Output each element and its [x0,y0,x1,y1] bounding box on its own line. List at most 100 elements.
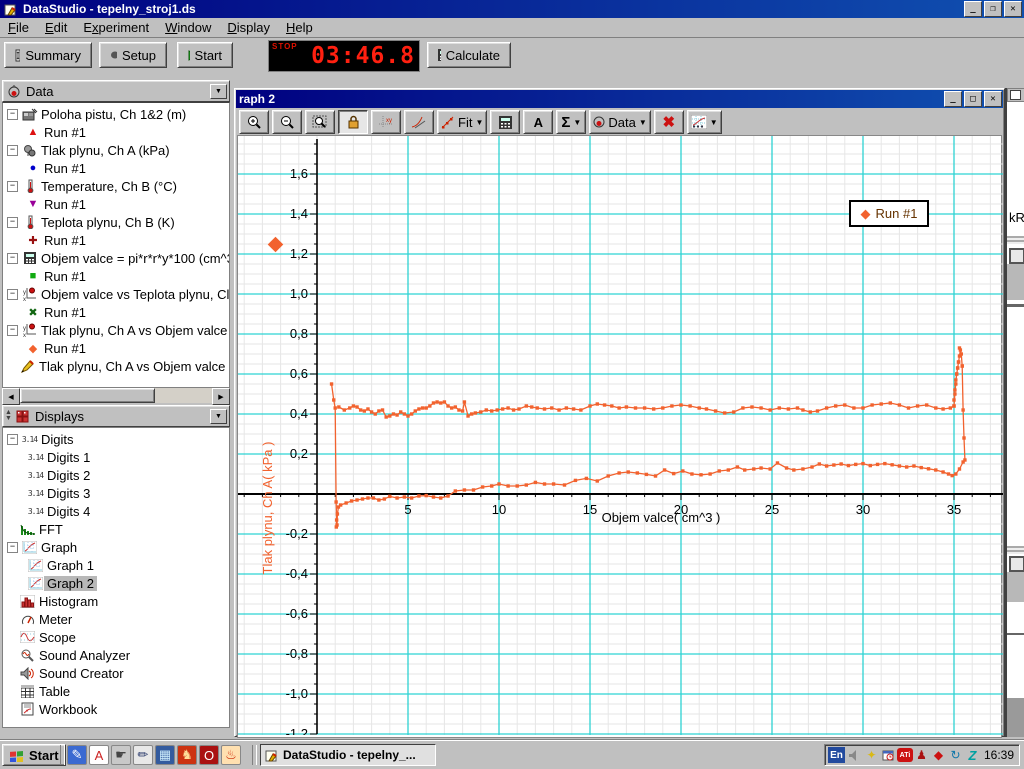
sync-tray-icon[interactable]: ↻ [947,747,964,764]
graph-minimize-button[interactable]: _ [944,91,962,107]
scheduler-tray-icon[interactable] [880,747,897,764]
display-item-label[interactable]: Meter [36,612,75,627]
displays-tree-child[interactable]: 3.14Digits 2 [3,466,229,484]
menu-file[interactable]: File [0,18,37,37]
display-item-label[interactable]: Histogram [36,594,101,609]
keyboard-layout-indicator[interactable]: En [828,747,845,763]
displays-tree-item[interactable]: Scope [3,628,229,646]
task-button-datastudio[interactable]: DataStudio - tepelny_... [260,744,436,766]
displays-tree-item[interactable]: Meter [3,610,229,628]
yellow-tool-tray-icon[interactable]: ✦ [863,747,880,764]
displays-tree-item[interactable]: Table [3,682,229,700]
run-label[interactable]: Run #1 [41,269,89,284]
displays-tree-item[interactable]: −Graph [3,538,229,556]
dropdown-arrow-icon[interactable]: ▼ [710,118,718,127]
displays-tree-child[interactable]: Graph 2 [3,574,229,592]
run-label[interactable]: Run #1 [41,125,89,140]
run-label[interactable]: Run #1 [41,233,89,248]
flame-app-quicklaunch-icon[interactable]: ♨ [221,745,241,765]
display-child-label[interactable]: Graph 1 [44,558,97,573]
dropdown-arrow-icon[interactable]: ▼ [573,118,581,127]
restore-button[interactable]: ❐ [984,1,1002,17]
run-label[interactable]: Run #1 [41,305,89,320]
displays-tree-item[interactable]: FFT [3,520,229,538]
graph-settings-button[interactable]: ▼ [687,110,722,134]
display-item-label[interactable]: Digits [38,432,77,447]
y-axis-title[interactable]: Tlak plynu, Ch A( kPa ) [260,442,275,575]
data-item-label[interactable]: Poloha pistu, Ch 1&2 (m) [38,107,189,122]
displays-tree-item[interactable]: Histogram [3,592,229,610]
display-item-label[interactable]: Sound Analyzer [36,648,133,663]
menu-edit[interactable]: Edit [37,18,75,37]
collapse-box[interactable]: − [7,325,18,336]
data-tree-item[interactable]: −xyTlak plynu, Ch A vs Objem valce [3,321,229,339]
dropdown-arrow-icon[interactable]: ▼ [475,118,483,127]
scroll-thumb[interactable] [20,388,155,403]
display-item-label[interactable]: Workbook [36,702,100,717]
minimize-button[interactable]: _ [964,1,982,17]
legend[interactable]: ◆ Run #1 [849,200,929,227]
antivirus-tray-icon[interactable]: ◆ [930,747,947,764]
data-menu-button[interactable]: Data▼ [589,110,650,134]
menu-window[interactable]: Window [157,18,219,37]
collapse-box[interactable]: − [7,109,18,120]
displays-tree-item[interactable]: Sound Creator [3,664,229,682]
tray-clock[interactable]: 16:39 [984,748,1016,762]
scroll-right-button[interactable]: ▶ [212,388,230,405]
displays-panel-header[interactable]: ▲▼ Displays ▼ [2,405,230,427]
data-item-label[interactable]: Tlak plynu, Ch A vs Objem valce [38,323,229,338]
data-tree-item[interactable]: Tlak plynu, Ch A vs Objem valce [3,357,229,375]
data-item-label[interactable]: Tlak plynu, Ch A (kPa) [38,143,173,158]
opera-quicklaunch-icon[interactable]: O [199,745,219,765]
statistics-button[interactable]: Σ▼ [556,110,586,134]
calculator-app-quicklaunch-icon[interactable]: ▦ [155,745,175,765]
daemon-tools-tray-icon[interactable]: ♟ [913,747,930,764]
collapse-box[interactable]: − [7,181,18,192]
data-tree-hscrollbar[interactable]: ◀ ▶ [2,388,230,403]
data-tree-run[interactable]: ▲Run #1 [3,123,229,141]
data-tree-item[interactable]: − Poloha pistu, Ch 1&2 (m) [3,105,229,123]
data-item-label[interactable]: Temperature, Ch B (°C) [38,179,180,194]
data-panel-header[interactable]: Data ▼ [2,80,230,102]
acrobat-quicklaunch-icon[interactable]: A [89,745,109,765]
volume-tray-icon[interactable] [846,747,863,764]
calculate-button[interactable]: Calculate [427,42,511,68]
smart-tool-button[interactable]: xy [371,110,401,134]
data-item-label[interactable]: Objem valce vs Teplota plynu, Cl [38,287,229,302]
collapse-box[interactable]: − [7,217,18,228]
display-child-label[interactable]: Graph 2 [44,576,97,591]
data-tree-run[interactable]: ■Run #1 [3,267,229,285]
menu-help[interactable]: Help [278,18,321,37]
collapse-box[interactable]: − [7,253,18,264]
messenger-tray-icon[interactable]: Z [964,747,981,764]
data-tree-run[interactable]: ✖Run #1 [3,303,229,321]
zoom-out-button[interactable] [272,110,302,134]
delete-button[interactable]: ✖ [654,110,684,134]
data-tree-item[interactable]: −xyObjem valce vs Teplota plynu, Cl [3,285,229,303]
dragon-app-quicklaunch-icon[interactable]: ♞ [177,745,197,765]
slope-tool-button[interactable] [404,110,434,134]
zoom-in-button[interactable] [239,110,269,134]
grab-tool-quicklaunch-icon[interactable]: ☛ [111,745,131,765]
run-label[interactable]: Run #1 [41,197,89,212]
data-tree-item[interactable]: −Teplota plynu, Ch B (K) [3,213,229,231]
dropdown-arrow-icon[interactable]: ▼ [639,118,647,127]
display-child-label[interactable]: Digits 3 [44,486,93,501]
data-tree-item[interactable]: −Tlak plynu, Ch A (kPa) [3,141,229,159]
menu-display[interactable]: Display [219,18,278,37]
graph-maximize-button[interactable]: □ [964,91,982,107]
display-item-label[interactable]: Scope [36,630,79,645]
data-tree-run[interactable]: ●Run #1 [3,159,229,177]
data-item-label[interactable]: Objem valce = pi*r*r*y*100 (cm^3 [38,251,229,266]
run-label[interactable]: Run #1 [41,161,89,176]
pen-document-quicklaunch-icon[interactable]: ✏ [133,745,153,765]
displays-tree-child[interactable]: 3.14Digits 1 [3,448,229,466]
displays-tree-child[interactable]: 3.14Digits 4 [3,502,229,520]
ati-tray-icon[interactable]: ATi [897,748,913,762]
graph-window-titlebar[interactable]: raph 2 _ □ ✕ [236,90,1003,108]
summary-button[interactable]: Summary [4,42,92,68]
displays-tree-item[interactable]: −3.14Digits [3,430,229,448]
scroll-left-button[interactable]: ◀ [2,388,20,405]
data-dropdown-arrow[interactable]: ▼ [210,84,227,99]
calculator-button[interactable] [490,110,520,134]
